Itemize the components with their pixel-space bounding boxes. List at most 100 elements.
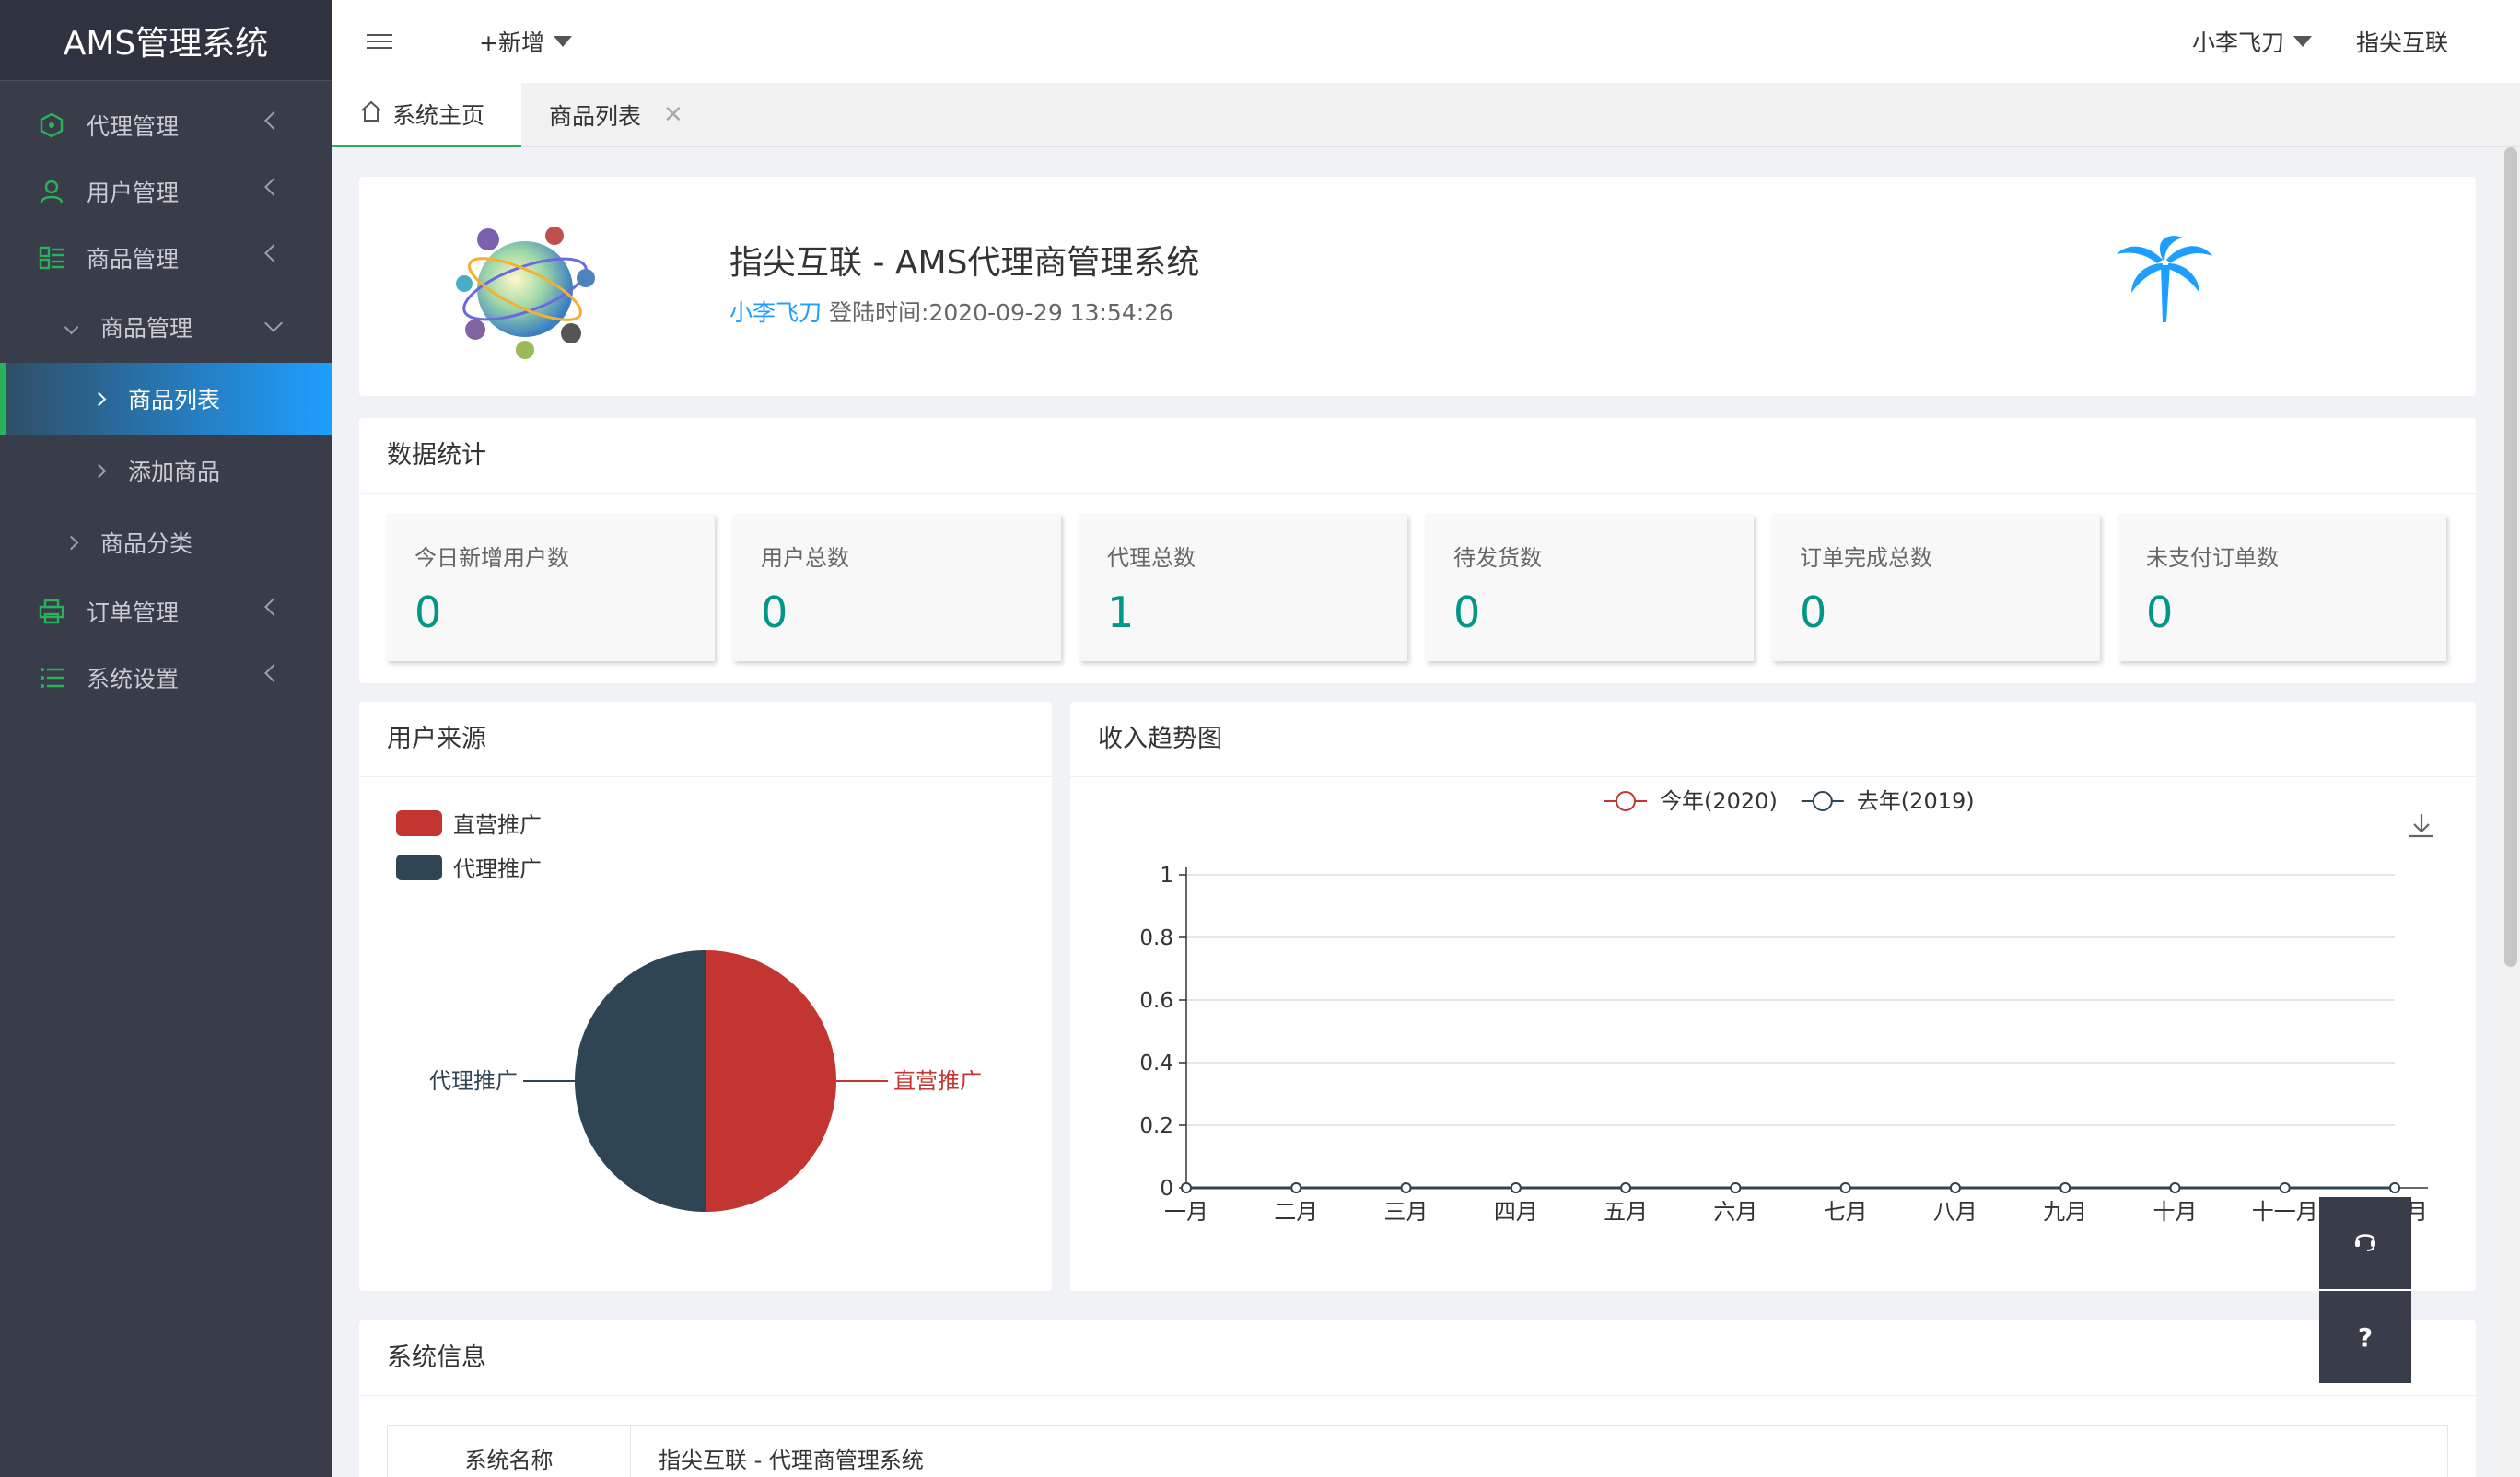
data-point[interactable]	[2059, 1182, 2071, 1193]
home-icon	[359, 99, 383, 129]
chevron-right-icon	[64, 535, 79, 550]
chevron-left-icon	[264, 598, 283, 616]
stat-box: 用户总数 0	[733, 514, 1061, 661]
welcome-subtitle: 小李飞刀 登陆时间:2020-09-29 13:54:26	[729, 295, 1173, 328]
pie-slice[interactable]	[706, 950, 836, 1212]
data-point[interactable]	[2169, 1182, 2181, 1193]
tab-bar: 系统主页 商品列表 ✕	[332, 83, 2520, 147]
tab-label: 系统主页	[392, 101, 485, 129]
stat-label: 待发货数	[1453, 545, 1542, 571]
menu-toggle-icon[interactable]	[367, 29, 392, 53]
sidebar-item-label: 代理管理	[87, 113, 180, 140]
data-point[interactable]	[1510, 1182, 1522, 1193]
stat-box: 待发货数 0	[1426, 514, 1754, 661]
stat-value: 0	[414, 587, 442, 637]
top-header: +新增 小李飞刀 指尖互联	[332, 0, 2520, 83]
chevron-down-icon	[64, 320, 79, 334]
y-tick-label: 0.4	[1139, 1052, 1173, 1076]
system-info-table: 系统名称 指尖互联 - 代理商管理系统	[387, 1425, 2448, 1477]
sidebar-item-label: 系统设置	[87, 666, 180, 692]
data-point[interactable]	[1181, 1182, 1192, 1193]
stat-value: 1	[1107, 587, 1135, 637]
sidebar-item-label: 商品列表	[128, 387, 221, 413]
page-scrollbar[interactable]	[2502, 147, 2520, 1477]
stat-label: 订单完成总数	[1800, 545, 1932, 571]
sidebar-item-goods-category[interactable]: 商品分类	[0, 506, 332, 578]
chevron-left-icon	[264, 111, 283, 130]
sidebar-item-add-goods[interactable]: 添加商品	[0, 435, 332, 506]
welcome-card: 指尖互联 - AMS代理商管理系统 小李飞刀 登陆时间:2020-09-29 13…	[359, 177, 2476, 396]
close-icon[interactable]: ✕	[663, 101, 683, 129]
stats-card: 数据统计 今日新增用户数 0 用户总数 0 代理总数 1 待发货数 0 订单完成…	[359, 418, 2476, 683]
tab-label: 商品列表	[549, 103, 642, 130]
line-legend-item[interactable]: 今年(2020)	[1604, 788, 1778, 814]
scrollbar-thumb[interactable]	[2504, 147, 2517, 967]
sidebar-item-label: 用户管理	[87, 180, 180, 206]
line-legend-item[interactable]: 去年(2019)	[1801, 788, 1975, 814]
x-tick-label: 三月	[1384, 1199, 1429, 1225]
user-menu[interactable]: 小李飞刀	[2192, 25, 2312, 58]
x-tick-label: 二月	[1274, 1199, 1318, 1225]
user-source-card: 用户来源 直营推广 代理推广 直营推广 代理推广	[359, 702, 1052, 1291]
sidebar-item-orders[interactable]: 订单管理	[0, 578, 332, 645]
y-tick-label: 0.8	[1139, 926, 1173, 950]
sidebar-item-label: 订单管理	[87, 599, 180, 626]
table-row: 系统名称 指尖互联 - 代理商管理系统	[388, 1426, 2447, 1477]
sidebar-item-users[interactable]: 用户管理	[0, 158, 332, 225]
sidebar-item-label: 商品管理	[87, 246, 180, 273]
data-point[interactable]	[2279, 1182, 2291, 1193]
sidebar: AMS管理系统 代理管理 用户管理 商品管理 商品管理 商品列表 添加商品 商品…	[0, 0, 332, 1477]
data-point[interactable]	[1290, 1182, 1302, 1193]
data-point[interactable]	[1620, 1182, 1632, 1193]
caret-down-icon	[553, 36, 572, 47]
y-tick-label: 0.6	[1139, 989, 1173, 1013]
brand-link[interactable]: 指尖互联	[2356, 25, 2448, 58]
stat-value: 0	[1800, 587, 1827, 637]
table-key: 系统名称	[388, 1426, 631, 1477]
sidebar-item-label: 添加商品	[128, 459, 221, 485]
y-tick-label: 0.2	[1139, 1114, 1173, 1138]
sidebar-item-goods-list[interactable]: 商品列表	[0, 363, 332, 435]
help-button[interactable]: ?	[2319, 1291, 2411, 1383]
data-point[interactable]	[1400, 1182, 1412, 1193]
data-point[interactable]	[1730, 1182, 1742, 1193]
sidebar-item-settings[interactable]: 系统设置	[0, 645, 332, 711]
income-trend-card: 收入趋势图 今年(2020) 去年(2019) 0 0.2 0.4 0.6 0.8 1 一月 二月…	[1070, 702, 2476, 1291]
printer-icon	[33, 593, 70, 630]
add-new-button[interactable]: +新增	[479, 25, 572, 58]
stat-box: 今日新增用户数 0	[387, 514, 715, 661]
data-point[interactable]	[2389, 1182, 2400, 1193]
chevron-left-icon	[264, 178, 283, 196]
chevron-left-icon	[264, 244, 283, 262]
y-tick-label: 0	[1160, 1177, 1173, 1201]
data-point[interactable]	[1839, 1182, 1851, 1193]
stat-label: 今日新增用户数	[414, 545, 569, 571]
x-tick-label: 一月	[1164, 1199, 1208, 1225]
tab-goods-list[interactable]: 商品列表 ✕	[521, 83, 711, 147]
user-source-title: 用户来源	[359, 702, 1052, 777]
x-tick-label: 八月	[1933, 1199, 1978, 1225]
sidebar-item-label: 商品分类	[100, 530, 193, 557]
pie-slice-label: 直营推广	[893, 1068, 982, 1094]
table-value: 指尖互联 - 代理商管理系统	[659, 1448, 924, 1473]
agent-icon	[33, 107, 70, 144]
x-tick-label: 九月	[2043, 1199, 2087, 1225]
customer-service-button[interactable]	[2319, 1197, 2411, 1289]
welcome-user-link[interactable]: 小李飞刀	[729, 299, 822, 326]
tab-home[interactable]: 系统主页	[332, 83, 522, 147]
data-point[interactable]	[1949, 1182, 1961, 1193]
pie-slice[interactable]	[575, 950, 706, 1212]
x-tick-label: 五月	[1604, 1199, 1648, 1225]
x-tick-label: 十月	[2152, 1199, 2197, 1225]
caret-down-icon	[2292, 36, 2312, 47]
sidebar-subgroup-goods[interactable]: 商品管理	[0, 291, 332, 363]
stat-value: 0	[1453, 587, 1481, 637]
income-trend-title: 收入趋势图	[1070, 702, 2476, 777]
goods-icon	[33, 239, 70, 276]
sidebar-item-agent[interactable]: 代理管理	[0, 92, 332, 158]
sidebar-item-goods[interactable]: 商品管理	[0, 225, 332, 291]
system-info-card: 系统信息 系统名称 指尖互联 - 代理商管理系统	[359, 1320, 2476, 1477]
stat-label: 代理总数	[1107, 545, 1196, 571]
list-settings-icon	[33, 659, 70, 696]
pie-chart: 直营推广 代理推广	[429, 950, 982, 1212]
